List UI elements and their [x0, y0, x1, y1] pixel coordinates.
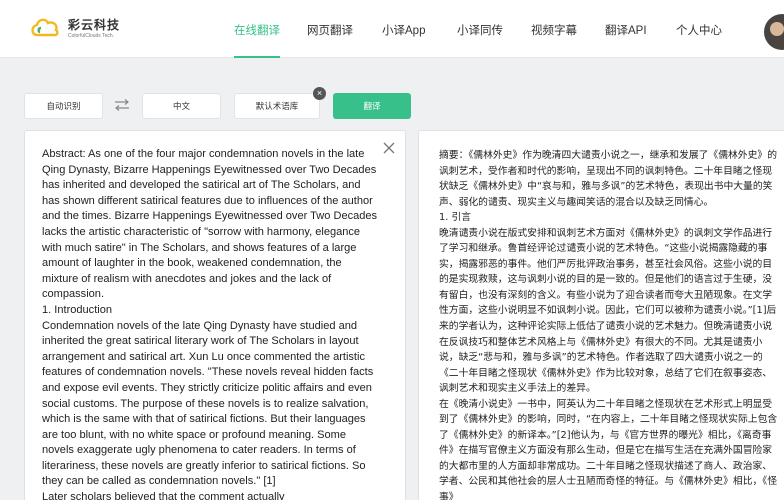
translate-button[interactable]: 翻译 [333, 93, 411, 119]
source-paragraph: Condemnation novels of the late Qing Dyn… [42, 319, 374, 488]
nav-user-center[interactable]: 个人中心 [676, 22, 722, 38]
close-x-icon[interactable] [381, 140, 397, 156]
source-language-select[interactable]: 自动识别 [24, 93, 103, 119]
brand-subtitle: ColorfulClouds Tech. [68, 33, 115, 39]
nav-video-subtitles[interactable]: 视频字幕 [531, 22, 577, 38]
nav-active-indicator [234, 56, 280, 58]
target-paragraph: 晚清谴责小说在版式安排和讽刺艺术方面对《儒林外史》的讽刺文学作品进行了学习和继承… [439, 227, 777, 395]
nav-online-translate[interactable]: 在线翻译 [234, 22, 280, 38]
nav-app[interactable]: 小译App [382, 22, 425, 38]
source-heading: 1. Introduction [42, 303, 113, 316]
nav-api[interactable]: 翻译API [605, 22, 647, 38]
term-base-select[interactable]: 默认术语库 [234, 93, 320, 119]
swap-arrows-icon[interactable] [114, 99, 130, 111]
target-paragraph: 在《晚清小说史》一书中，阿英认为二十年目睹之怪现状在艺术形式上明显受到了《儒林外… [439, 398, 778, 500]
translation-text: 摘要：《儒林外史》作为晚清四大谴责小说之一，继承和发展了《儒林外史》的讽刺艺术，… [439, 148, 779, 500]
cloud-logo-icon [31, 18, 59, 37]
nav-simultaneous[interactable]: 小译同传 [457, 22, 503, 38]
source-abstract: Abstract: As one of the four major conde… [42, 148, 378, 301]
source-textarea[interactable]: Abstract: As one of the four major conde… [42, 147, 378, 500]
nav-web-translate[interactable]: 网页翻译 [307, 22, 353, 38]
source-text-panel[interactable]: Abstract: As one of the four major conde… [24, 130, 406, 500]
avatar[interactable] [764, 14, 784, 50]
top-header: 彩云科技 ColorfulClouds Tech. 在线翻译 网页翻译 小译Ap… [0, 0, 784, 58]
brand-logo[interactable]: 彩云科技 ColorfulClouds Tech. [30, 14, 140, 44]
term-base-clear-icon[interactable]: × [313, 87, 326, 100]
source-paragraph: Later scholars believed that the comment… [42, 491, 285, 500]
target-abstract: 摘要：《儒林外史》作为晚清四大谴责小说之一，继承和发展了《儒林外史》的讽刺艺术，… [439, 150, 777, 208]
target-language-select[interactable]: 中文 [142, 93, 221, 119]
brand-name: 彩云科技 [68, 18, 121, 32]
translation-output-panel: 摘要：《儒林外史》作为晚清四大谴责小说之一，继承和发展了《儒林外史》的讽刺艺术，… [418, 130, 784, 500]
target-heading: 1. 引言 [439, 212, 472, 224]
